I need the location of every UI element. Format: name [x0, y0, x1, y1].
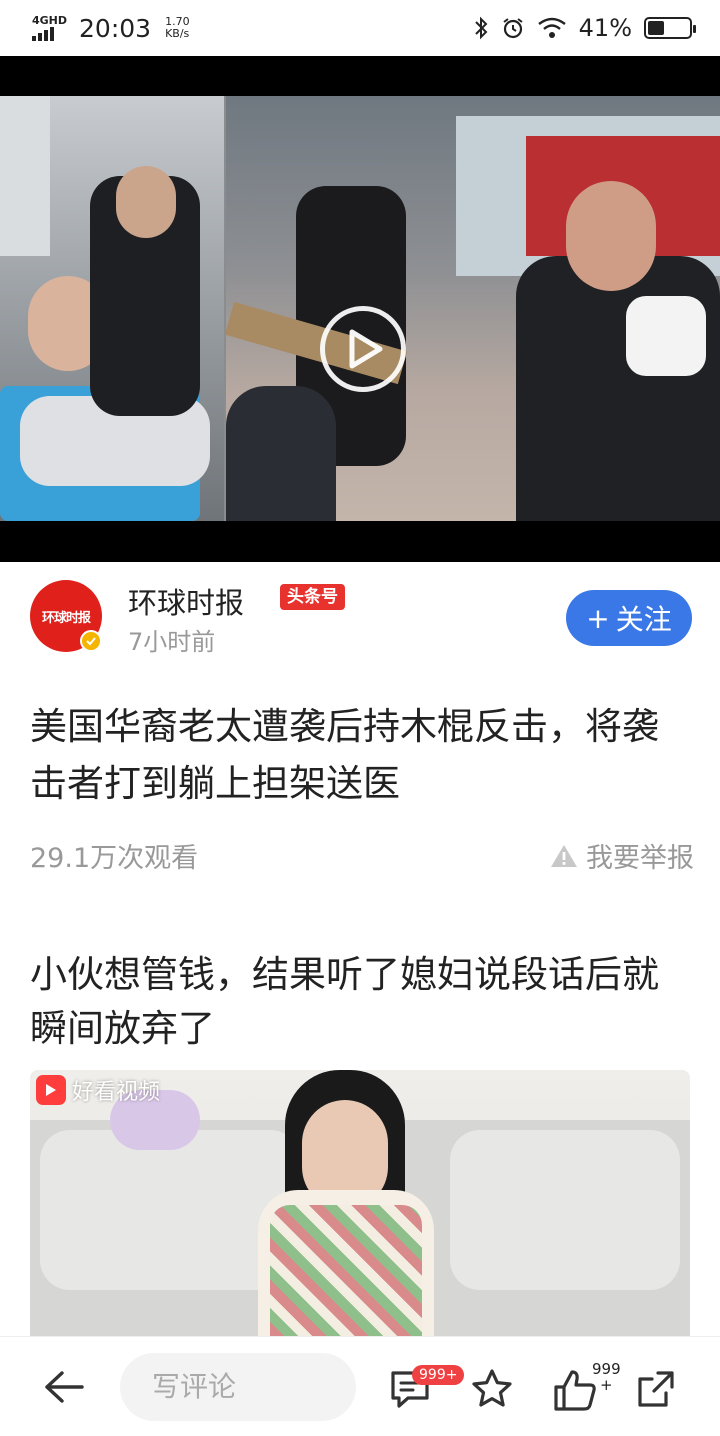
- follow-button[interactable]: + 关注: [566, 590, 692, 646]
- plus-icon: +: [586, 601, 610, 635]
- wifi-icon: [537, 17, 566, 38]
- signal-icon: [32, 27, 54, 41]
- network-speed: 1.70 KB/s: [165, 16, 190, 39]
- bottom-action-bar: 写评论 999+ 999 +: [0, 1336, 720, 1436]
- battery-level: [648, 21, 665, 35]
- video-player[interactable]: [0, 56, 720, 562]
- view-count: 29.1万次观看: [30, 843, 199, 874]
- next-article-thumbnail[interactable]: 好看视频: [30, 1070, 690, 1336]
- network-type: 4GHD: [32, 14, 68, 27]
- share-icon[interactable]: [636, 1369, 676, 1409]
- video-scene-left: [0, 96, 224, 521]
- bluetooth-icon: [474, 16, 488, 40]
- report-label: 我要举报: [586, 843, 694, 874]
- battery-icon: [644, 17, 696, 39]
- comment-count-badge: 999+: [412, 1365, 465, 1385]
- battery-percent: 41%: [578, 14, 632, 42]
- source-badge: 头条号: [280, 584, 345, 610]
- article-title: 美国华裔老太遭袭后持木棍反击，将袭击者打到躺上担架送医: [30, 705, 659, 806]
- follow-label: 关注: [615, 603, 672, 636]
- play-button[interactable]: [320, 306, 406, 392]
- status-bar: 4GHD 20:03 1.70 KB/s 41%: [0, 0, 720, 56]
- post-time: 7小时前: [128, 628, 216, 656]
- alarm-icon: [503, 18, 523, 39]
- like-count: 999 +: [592, 1361, 621, 1393]
- warning-icon: [551, 844, 577, 867]
- back-arrow-icon[interactable]: [42, 1369, 86, 1405]
- speed-unit: KB/s: [165, 27, 190, 40]
- article-meta: 29.1万次观看 我要举报: [30, 836, 694, 876]
- video-scene-right: [224, 96, 720, 521]
- video-watermark: 好看视频: [36, 1074, 160, 1106]
- video-frame: [0, 96, 720, 521]
- play-icon: [349, 329, 383, 369]
- next-article-title[interactable]: 小伙想管钱，结果听了媳妇说段话后就瞬间放弃了: [30, 948, 690, 1055]
- author-name[interactable]: 环球时报: [128, 580, 244, 622]
- video-logo-icon: [36, 1075, 66, 1105]
- verified-icon: [80, 630, 102, 652]
- clock: 20:03: [79, 13, 152, 43]
- report-button[interactable]: 我要举报: [550, 836, 694, 875]
- like-count-number: 999: [592, 1360, 621, 1378]
- favorite-star-icon[interactable]: [470, 1367, 514, 1411]
- watermark-text: 好看视频: [72, 1080, 161, 1105]
- avatar-logo-text: 环球时报: [41, 610, 91, 626]
- comment-input[interactable]: 写评论: [120, 1353, 356, 1421]
- author-row: 环球时报 环球时报 头条号 7小时前 + 关注: [30, 578, 692, 658]
- like-count-plus: +: [600, 1376, 613, 1394]
- network-indicator: 4GHD: [32, 15, 67, 41]
